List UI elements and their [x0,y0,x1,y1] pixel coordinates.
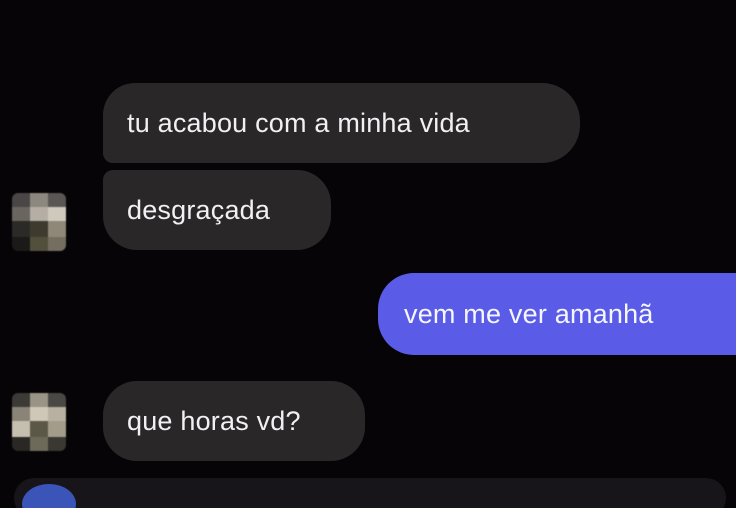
incoming-message-bubble[interactable]: desgraçada [103,170,331,250]
outgoing-message-bubble[interactable]: vem me ver amanhã [378,273,736,355]
incoming-message-bubble[interactable]: que horas vd? [103,381,365,461]
message-text: vem me ver amanhã [404,298,654,329]
message-text: tu acabou com a minha vida [127,107,470,138]
message-text: que horas vd? [127,405,301,436]
avatar[interactable] [12,193,66,251]
message-composer[interactable] [14,478,726,508]
chat-thread: tu acabou com a minha vida desgraçada ve… [0,0,736,508]
message-text: desgraçada [127,194,271,225]
incoming-message-bubble[interactable]: tu acabou com a minha vida [103,83,580,163]
avatar[interactable] [12,393,66,451]
